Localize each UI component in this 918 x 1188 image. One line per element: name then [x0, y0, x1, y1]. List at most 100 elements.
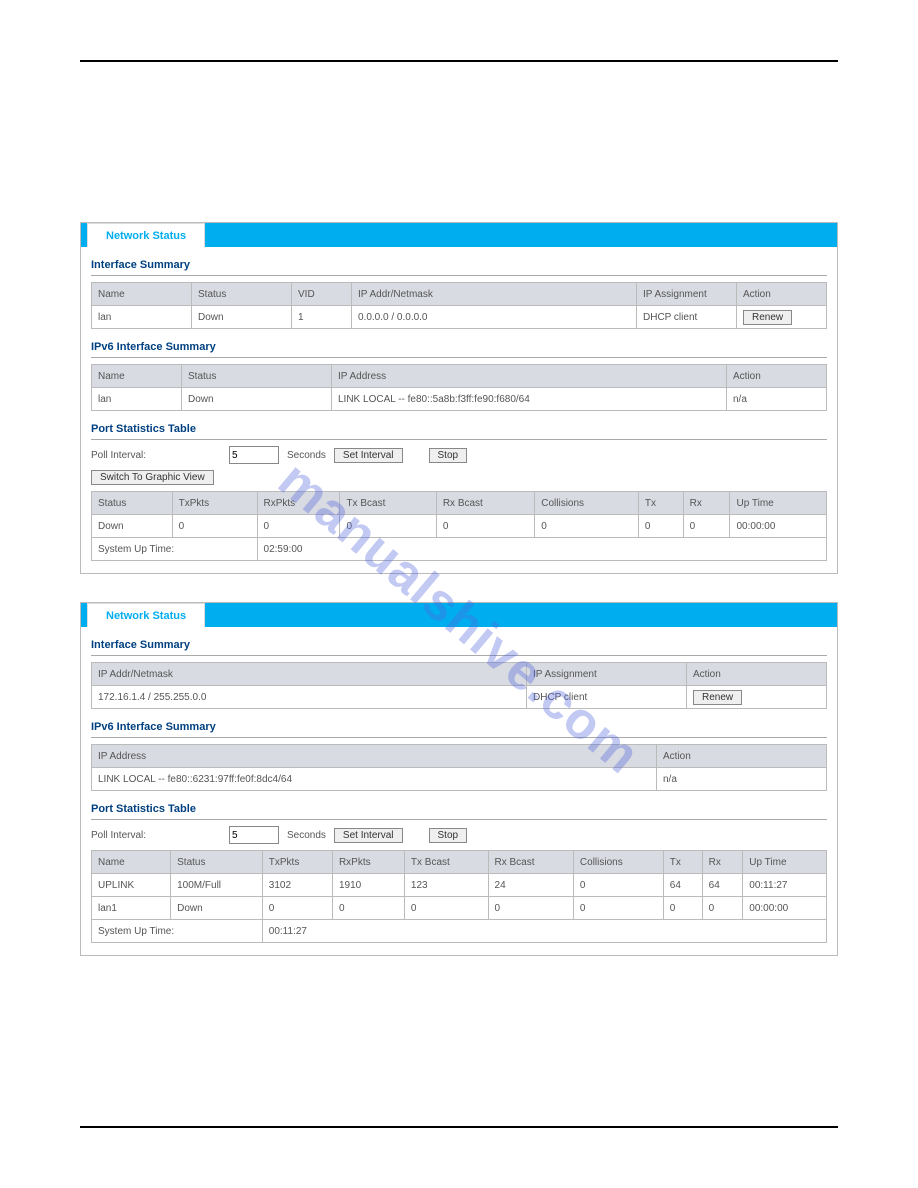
col-name: Name	[92, 283, 192, 306]
switch-graphic-view-button[interactable]: Switch To Graphic View	[91, 470, 214, 485]
cell-action: n/a	[727, 388, 827, 411]
col-coll: Collisions	[535, 492, 639, 515]
col-ip: IP Address	[332, 365, 727, 388]
cell-status: Down	[182, 388, 332, 411]
system-up-time-label: System Up Time:	[92, 538, 258, 561]
interface-summary-table: IP Addr/Netmask IP Assignment Action 172…	[91, 662, 827, 709]
tab-network-status[interactable]: Network Status	[87, 603, 205, 627]
col-uptime: Up Time	[730, 492, 827, 515]
col-rxbcast: Rx Bcast	[488, 851, 573, 874]
set-interval-button[interactable]: Set Interval	[334, 828, 403, 843]
cell-status: Down	[192, 306, 292, 329]
poll-interval-row: Poll Interval: Seconds Set Interval Stop	[91, 446, 827, 464]
section-title-port-stats: Port Statistics Table	[91, 803, 827, 815]
col-name: Name	[92, 365, 182, 388]
poll-interval-input[interactable]	[229, 446, 279, 464]
table-row: lan Down LINK LOCAL -- fe80::5a8b:f3ff:f…	[92, 388, 827, 411]
col-ip: IP Address	[92, 745, 657, 768]
col-assign: IP Assignment	[527, 663, 687, 686]
table-row: Down 0 0 0 0 0 0 0 00:00:00	[92, 515, 827, 538]
col-assign: IP Assignment	[637, 283, 737, 306]
col-name: Name	[92, 851, 171, 874]
seconds-label: Seconds	[287, 450, 326, 461]
cell-vid: 1	[292, 306, 352, 329]
col-action: Action	[727, 365, 827, 388]
section-title-ipv6-summary: IPv6 Interface Summary	[91, 341, 827, 353]
cell-ip: 172.16.1.4 / 255.255.0.0	[92, 686, 527, 709]
table-row: 172.16.1.4 / 255.255.0.0 DHCP client Ren…	[92, 686, 827, 709]
panel-1-tabbar: Network Status	[81, 223, 837, 247]
section-title-ipv6-summary: IPv6 Interface Summary	[91, 721, 827, 733]
cell-name: lan	[92, 388, 182, 411]
col-tx: Tx	[663, 851, 702, 874]
tab-network-status[interactable]: Network Status	[87, 223, 205, 247]
system-up-time-label: System Up Time:	[92, 920, 263, 943]
col-txpkts: TxPkts	[172, 492, 257, 515]
col-ip: IP Addr/Netmask	[92, 663, 527, 686]
col-status: Status	[182, 365, 332, 388]
col-rxpkts: RxPkts	[332, 851, 404, 874]
cell-ip: LINK LOCAL -- fe80::5a8b:f3ff:fe90:f680/…	[332, 388, 727, 411]
rule	[91, 655, 827, 656]
system-up-time-value: 02:59:00	[257, 538, 826, 561]
port-stats-table: Status TxPkts RxPkts Tx Bcast Rx Bcast C…	[91, 491, 827, 561]
renew-button[interactable]: Renew	[693, 690, 742, 705]
port-stats-table: Name Status TxPkts RxPkts Tx Bcast Rx Bc…	[91, 850, 827, 943]
col-rxpkts: RxPkts	[257, 492, 340, 515]
col-uptime: Up Time	[743, 851, 827, 874]
interface-summary-table: Name Status VID IP Addr/Netmask IP Assig…	[91, 282, 827, 329]
page-top-rule	[80, 60, 838, 62]
col-txpkts: TxPkts	[262, 851, 332, 874]
panel-network-status-2: Network Status Interface Summary IP Addr…	[80, 602, 838, 956]
ipv6-summary-table: Name Status IP Address Action lan Down L…	[91, 364, 827, 411]
seconds-label: Seconds	[287, 830, 326, 841]
renew-button[interactable]: Renew	[743, 310, 792, 325]
poll-interval-label: Poll Interval:	[91, 450, 221, 461]
col-tx: Tx	[638, 492, 683, 515]
set-interval-button[interactable]: Set Interval	[334, 448, 403, 463]
system-up-time-row: System Up Time: 00:11:27	[92, 920, 827, 943]
rule	[91, 819, 827, 820]
col-txbcast: Tx Bcast	[340, 492, 436, 515]
table-row: LINK LOCAL -- fe80::6231:97ff:fe0f:8dc4/…	[92, 768, 827, 791]
col-action: Action	[657, 745, 827, 768]
col-rx: Rx	[683, 492, 730, 515]
cell-ip: LINK LOCAL -- fe80::6231:97ff:fe0f:8dc4/…	[92, 768, 657, 791]
stop-button[interactable]: Stop	[429, 828, 468, 843]
col-status: Status	[171, 851, 263, 874]
col-txbcast: Tx Bcast	[404, 851, 488, 874]
col-status: Status	[92, 492, 173, 515]
table-row: lan1 Down 0 0 0 0 0 0 0 00:00:00	[92, 897, 827, 920]
stop-button[interactable]: Stop	[429, 448, 468, 463]
col-rx: Rx	[702, 851, 743, 874]
page-bottom-rule	[80, 1126, 838, 1128]
cell-ip: 0.0.0.0 / 0.0.0.0	[352, 306, 637, 329]
cell-name: lan	[92, 306, 192, 329]
section-title-interface-summary: Interface Summary	[91, 639, 827, 651]
system-up-time-value: 00:11:27	[262, 920, 826, 943]
col-status: Status	[192, 283, 292, 306]
cell-assign: DHCP client	[527, 686, 687, 709]
ipv6-summary-table: IP Address Action LINK LOCAL -- fe80::62…	[91, 744, 827, 791]
col-ip: IP Addr/Netmask	[352, 283, 637, 306]
poll-interval-label: Poll Interval:	[91, 830, 221, 841]
section-title-port-stats: Port Statistics Table	[91, 423, 827, 435]
col-action: Action	[737, 283, 827, 306]
rule	[91, 275, 827, 276]
cell-action: n/a	[657, 768, 827, 791]
col-rxbcast: Rx Bcast	[436, 492, 534, 515]
poll-interval-input[interactable]	[229, 826, 279, 844]
panel-2-tabbar: Network Status	[81, 603, 837, 627]
col-vid: VID	[292, 283, 352, 306]
col-coll: Collisions	[573, 851, 663, 874]
poll-interval-row: Poll Interval: Seconds Set Interval Stop	[91, 826, 827, 844]
section-title-interface-summary: Interface Summary	[91, 259, 827, 271]
table-row: UPLINK 100M/Full 3102 1910 123 24 0 64 6…	[92, 874, 827, 897]
table-row: lan Down 1 0.0.0.0 / 0.0.0.0 DHCP client…	[92, 306, 827, 329]
rule	[91, 737, 827, 738]
rule	[91, 357, 827, 358]
system-up-time-row: System Up Time: 02:59:00	[92, 538, 827, 561]
col-action: Action	[687, 663, 827, 686]
panel-network-status-1: Network Status Interface Summary Name St…	[80, 222, 838, 574]
cell-assign: DHCP client	[637, 306, 737, 329]
